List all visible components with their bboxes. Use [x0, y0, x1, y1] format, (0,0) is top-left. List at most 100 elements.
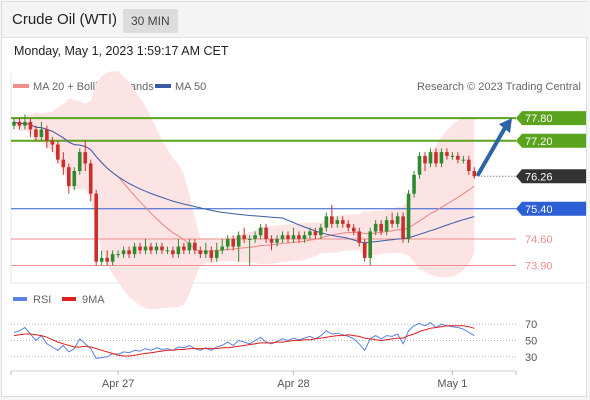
candle-body: [176, 246, 181, 255]
rsi-ma-legend-label: 9MA: [82, 294, 105, 306]
candle-body: [417, 155, 422, 175]
candle: [94, 189, 98, 266]
candle-body: [143, 246, 148, 251]
ma50-legend-label: MA 50: [175, 81, 206, 93]
candle: [77, 148, 82, 175]
candle-body: [330, 216, 334, 224]
candle-body: [434, 152, 438, 164]
candle-body: [23, 121, 27, 126]
forecast-arrow-layer: [476, 118, 512, 177]
candle-body: [308, 231, 312, 236]
candle-body: [77, 152, 82, 171]
candle-body: [220, 246, 225, 251]
candle-body: [204, 250, 208, 255]
candle-body: [138, 246, 142, 251]
candle-body: [28, 121, 33, 130]
candle-body: [149, 246, 153, 251]
candle-body: [72, 171, 77, 187]
candle-body: [45, 129, 49, 141]
candle-body: [445, 152, 449, 156]
candle-body: [132, 246, 137, 255]
candle-body: [280, 235, 285, 239]
price-chart: MA 20 + Bollinger Bands MA 50 Research ©…: [10, 71, 587, 390]
candle-body: [368, 231, 372, 258]
candle-body: [99, 257, 104, 262]
ma20-legend-swatch: [13, 84, 29, 88]
rsi-pane: 30 50 70: [11, 319, 537, 364]
bollinger-band-layer: [14, 71, 475, 309]
rsi-tick-label: 70: [525, 319, 537, 331]
candle-body: [286, 235, 290, 239]
candle-body: [105, 257, 109, 262]
candle-body: [291, 235, 296, 239]
candle-body: [198, 250, 203, 255]
current-price-label: 76.26: [525, 171, 553, 183]
candle-body: [83, 152, 88, 164]
candle-body: [187, 242, 192, 251]
x-tick-label: Apr 27: [102, 378, 134, 390]
candle-body: [412, 174, 416, 194]
candle-body: [297, 235, 301, 239]
candle-body: [121, 250, 126, 255]
candle-body: [423, 155, 427, 164]
candle-body: [39, 129, 44, 137]
rsi-ma-legend-swatch: [62, 297, 76, 301]
candle-body: [154, 246, 159, 251]
candle: [368, 227, 372, 266]
candle-body: [231, 239, 235, 247]
candle-body: [472, 171, 477, 177]
candle-body: [214, 250, 219, 258]
candle-body: [242, 235, 246, 239]
candle-body: [264, 227, 268, 239]
candle-body: [247, 239, 252, 240]
resistance-price-label: 77.80: [525, 113, 553, 125]
candle-body: [395, 216, 400, 224]
ma20-legend-label: MA 20 + Bollinger Bands: [33, 81, 154, 93]
bollinger-band: [14, 71, 475, 309]
ma50-legend-swatch: [155, 84, 171, 88]
x-axis: Apr 27 Apr 28 May 1: [10, 371, 517, 390]
resistance-price-label: 77.20: [525, 136, 553, 148]
candle-body: [384, 220, 389, 232]
candle-body: [209, 250, 214, 258]
candle-body: [127, 250, 131, 255]
candle-body: [17, 121, 22, 126]
rsi-legend-label: RSI: [33, 294, 51, 306]
candle-body: [324, 216, 329, 228]
candle-body: [56, 144, 60, 160]
candle-body: [50, 140, 55, 145]
candle: [417, 152, 422, 179]
candle-body: [351, 227, 356, 232]
candle-body: [428, 152, 433, 164]
x-tick-label: May 1: [437, 378, 467, 390]
candle-body: [362, 242, 367, 258]
candle-body: [171, 250, 175, 255]
candle-body: [461, 159, 466, 161]
rsi-legend: RSI 9MA: [13, 294, 105, 306]
pivot-price-label: 75.40: [525, 204, 553, 216]
candle-body: [373, 223, 378, 232]
candle: [67, 163, 71, 194]
candle-body: [116, 254, 120, 256]
candle-body: [160, 246, 164, 251]
candle-body: [390, 220, 394, 224]
candle: [406, 189, 411, 243]
candle-body: [379, 223, 383, 232]
rsi-tick-label: 30: [525, 352, 537, 364]
candle-body: [236, 235, 241, 247]
candle-body: [346, 223, 351, 228]
candle-body: [357, 231, 362, 243]
candle-body: [110, 254, 115, 262]
candle-body: [275, 239, 279, 243]
candle-body: [67, 167, 71, 187]
candle-body: [269, 239, 274, 243]
candle-body: [401, 216, 405, 239]
candle-body: [319, 227, 323, 236]
candle-body: [313, 231, 318, 236]
x-tick-label: Apr 28: [277, 378, 309, 390]
candle-body: [34, 129, 38, 137]
candle-body: [258, 227, 263, 236]
candle-body: [335, 220, 340, 224]
candle-body: [61, 159, 66, 168]
candle-body: [94, 193, 98, 262]
